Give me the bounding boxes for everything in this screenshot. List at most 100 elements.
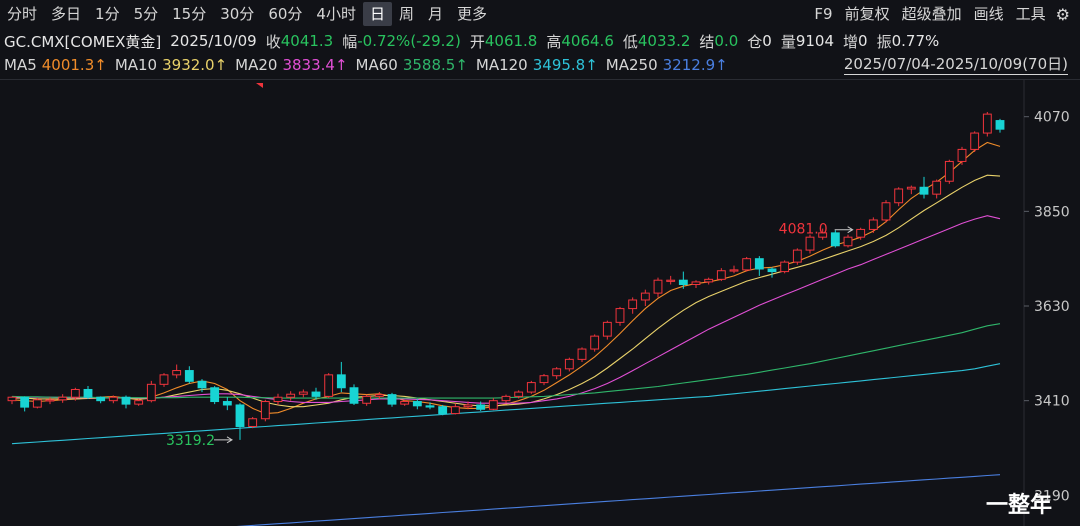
- candle-body-up: [691, 281, 701, 285]
- period-tab[interactable]: 1分: [88, 2, 127, 26]
- candle-body-down: [995, 120, 1005, 130]
- ma-value: 3932.0↑: [162, 56, 228, 74]
- toolbar: 分时 多日 1分 5分 15分 30分 60分 4小时日周月更多 F9 前复权 超级叠加 画线 工具 ⚙: [0, 0, 1080, 28]
- ma-line-ma10: [12, 174, 1001, 408]
- candle-body-up: [324, 374, 334, 397]
- candle-body-up: [982, 113, 992, 134]
- candle-body-up: [906, 186, 916, 190]
- candle-body-down: [349, 387, 359, 404]
- high-value: 4064.6: [561, 32, 614, 50]
- candle-body-down: [412, 401, 422, 407]
- candle-body-up: [526, 382, 536, 393]
- gear-icon[interactable]: ⚙: [1052, 5, 1074, 24]
- quote-info-row: GC.CMX[COMEX黄金] 2025/10/09 收 4041.3 幅 -0.7…: [4, 30, 948, 52]
- tool-button[interactable]: F9: [808, 2, 838, 26]
- tool-button[interactable]: 前复权: [839, 2, 896, 26]
- candle-body-up: [729, 269, 739, 272]
- candle-body-up: [894, 188, 904, 204]
- candle-body-down: [476, 404, 486, 410]
- candle-body-up: [172, 370, 182, 376]
- ma-value: 3495.8↑: [532, 56, 598, 74]
- date-range-selector[interactable]: 2025/07/04-2025/10/09(70日): [843, 55, 1068, 75]
- candle-body-up: [881, 202, 891, 221]
- watermark-text: 一整年: [986, 493, 1053, 518]
- ma-value: 3212.9↑: [662, 56, 728, 74]
- candle-body-up: [45, 399, 55, 402]
- candle-body-up: [640, 292, 650, 301]
- candlestick-chart[interactable]: 319034103630385040704081.03319.2: [0, 80, 1080, 526]
- period-tab[interactable]: 5分: [127, 2, 166, 26]
- candle-body-up: [134, 400, 144, 405]
- tool-button[interactable]: 超级叠加: [896, 2, 968, 26]
- candle-body-down: [311, 391, 321, 397]
- candle-body-up: [501, 395, 511, 402]
- candle-body-down: [83, 388, 93, 398]
- y-tick-label: 3630: [1034, 299, 1070, 315]
- high-annotation-arrow: [834, 226, 854, 234]
- candle-body-down: [754, 258, 764, 270]
- candle-body-up: [716, 270, 726, 280]
- ma-value: 3833.4↑: [282, 56, 348, 74]
- oi-change-label: 增: [843, 32, 859, 51]
- candle-body-up: [400, 401, 410, 405]
- candle-body-up: [488, 400, 498, 410]
- candle-body-down: [222, 401, 232, 406]
- ma-label: MA20: [235, 56, 278, 74]
- candle-body-down: [235, 404, 245, 427]
- period-tab[interactable]: 15分: [165, 2, 213, 26]
- settle-value: 0.0: [714, 32, 739, 50]
- candle-body-down: [20, 396, 30, 408]
- ma-value: 4001.3↑: [41, 56, 107, 74]
- tool-button[interactable]: 画线: [968, 2, 1010, 26]
- period-tab[interactable]: 30分: [213, 2, 261, 26]
- period-tab[interactable]: 周: [392, 2, 421, 26]
- period-tab[interactable]: 月: [421, 2, 450, 26]
- candle-body-down: [336, 374, 346, 389]
- candle-body-down: [184, 370, 194, 382]
- low-annotation-label: 3319.2: [166, 433, 215, 449]
- volume-label: 量: [780, 32, 796, 51]
- oi-change-value: 0: [858, 32, 868, 50]
- candle-body-down: [387, 394, 397, 405]
- y-tick-label: 4070: [1034, 110, 1070, 126]
- amplitude-value: 0.77%: [891, 32, 940, 50]
- candle-body-up: [514, 391, 524, 397]
- candle-body-up: [805, 236, 815, 251]
- candle-body-up: [463, 404, 473, 408]
- candle-body-up: [628, 299, 638, 310]
- quote-date: 2025/10/09: [170, 32, 257, 50]
- tool-button[interactable]: 工具: [1010, 2, 1052, 26]
- ma-value: 3588.5↑: [402, 56, 468, 74]
- moving-average-legend: MA5 4001.3↑ MA10 3932.0↑ MA20 3833.4↑ MA60 3588…: [4, 55, 736, 75]
- low-label: 低: [622, 32, 638, 51]
- open-interest-label: 仓: [747, 32, 763, 51]
- amplitude-label: 振: [876, 32, 892, 51]
- period-tab[interactable]: 多日: [44, 2, 88, 26]
- candle-body-up: [32, 399, 42, 408]
- ma-line-ma60: [11, 323, 1001, 399]
- volume-value: 9104: [795, 32, 835, 50]
- candle-body-down: [919, 186, 929, 195]
- candle-body-up: [957, 148, 967, 162]
- period-tab[interactable]: 更多: [450, 2, 494, 26]
- ma-line-ma5: [11, 141, 1001, 415]
- ma-label: MA10: [114, 56, 158, 74]
- period-tab[interactable]: 日: [362, 2, 392, 26]
- candle-body-up: [273, 396, 283, 403]
- candle-body-up: [552, 368, 562, 377]
- period-tab[interactable]: 60分: [261, 2, 309, 26]
- candle-body-up: [742, 258, 752, 271]
- ma-line-ma250: [236, 474, 1001, 526]
- candle-body-up: [70, 388, 80, 398]
- period-tab[interactable]: 分时: [0, 2, 44, 26]
- signal-marker: [256, 83, 263, 88]
- open-value: 4061.8: [484, 32, 538, 50]
- candle-body-up: [248, 418, 258, 427]
- change-value: -0.72%(-29.2): [357, 32, 461, 50]
- close-label: 收: [265, 32, 281, 51]
- candle-body-up: [146, 383, 156, 402]
- candle-body-down: [678, 279, 688, 285]
- ma-label: MA5: [4, 56, 37, 74]
- period-tab[interactable]: 4小时: [309, 2, 363, 26]
- high-label: 高: [546, 32, 562, 51]
